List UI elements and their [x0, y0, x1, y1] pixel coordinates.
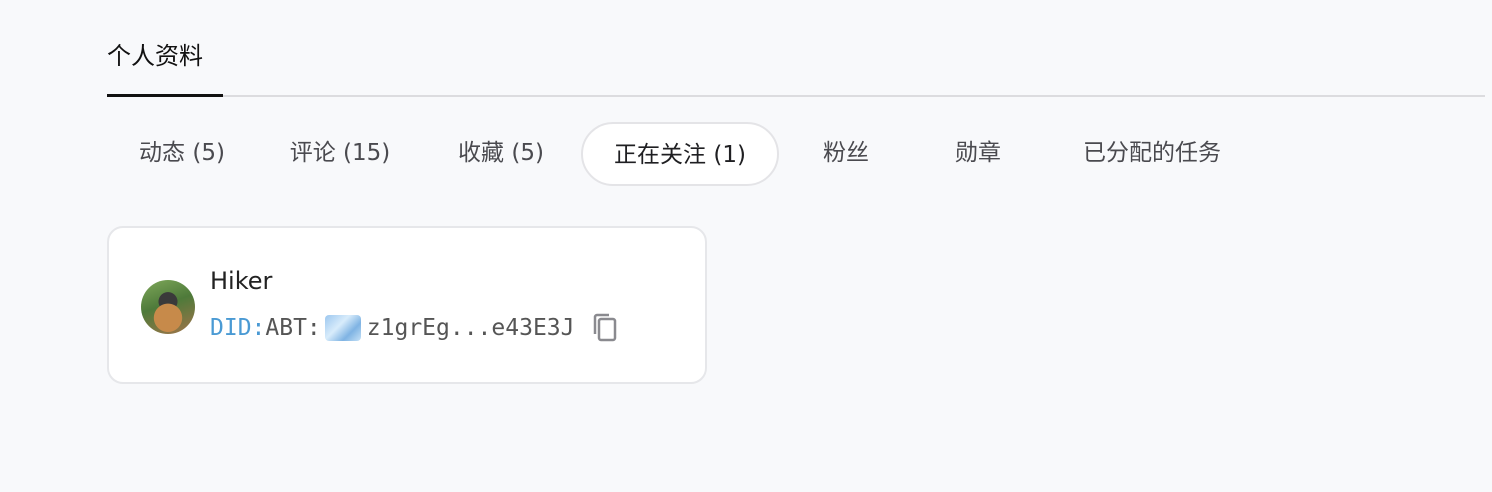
tab-assigned-tasks[interactable]: 已分配的任务 [1061, 122, 1243, 186]
user-avatar[interactable] [141, 280, 195, 334]
active-tab-indicator [107, 94, 223, 97]
page: 个人资料 动态 (5) 评论 (15) 收藏 (5) 正在关注 (1) 粉丝 勋… [0, 0, 1492, 492]
did-address: DID: ABT: z1grEg...e43E3J [210, 310, 619, 346]
did-type: ABT: [265, 315, 321, 341]
did-prefix: DID: [210, 315, 266, 341]
tab-followers[interactable]: 粉丝 [791, 122, 901, 186]
did-value: z1grEg...e43E3J [366, 315, 575, 341]
profile-tab-bar: 个人资料 [107, 0, 1485, 97]
following-user-card[interactable]: Hiker DID: ABT: z1grEg...e43E3J [107, 226, 707, 384]
tab-profile[interactable]: 个人资料 [107, 38, 203, 74]
tab-comments[interactable]: 评论 (15) [267, 122, 413, 186]
tab-badges[interactable]: 勋章 [923, 122, 1033, 186]
tab-following[interactable]: 正在关注 (1) [581, 122, 779, 186]
did-badge-icon [324, 315, 361, 341]
tab-favorites[interactable]: 收藏 (5) [429, 122, 573, 186]
copy-icon-glyph [593, 313, 616, 342]
copy-icon[interactable] [591, 312, 619, 344]
user-name[interactable]: Hiker [210, 264, 272, 298]
tab-activity[interactable]: 动态 (5) [107, 122, 257, 186]
